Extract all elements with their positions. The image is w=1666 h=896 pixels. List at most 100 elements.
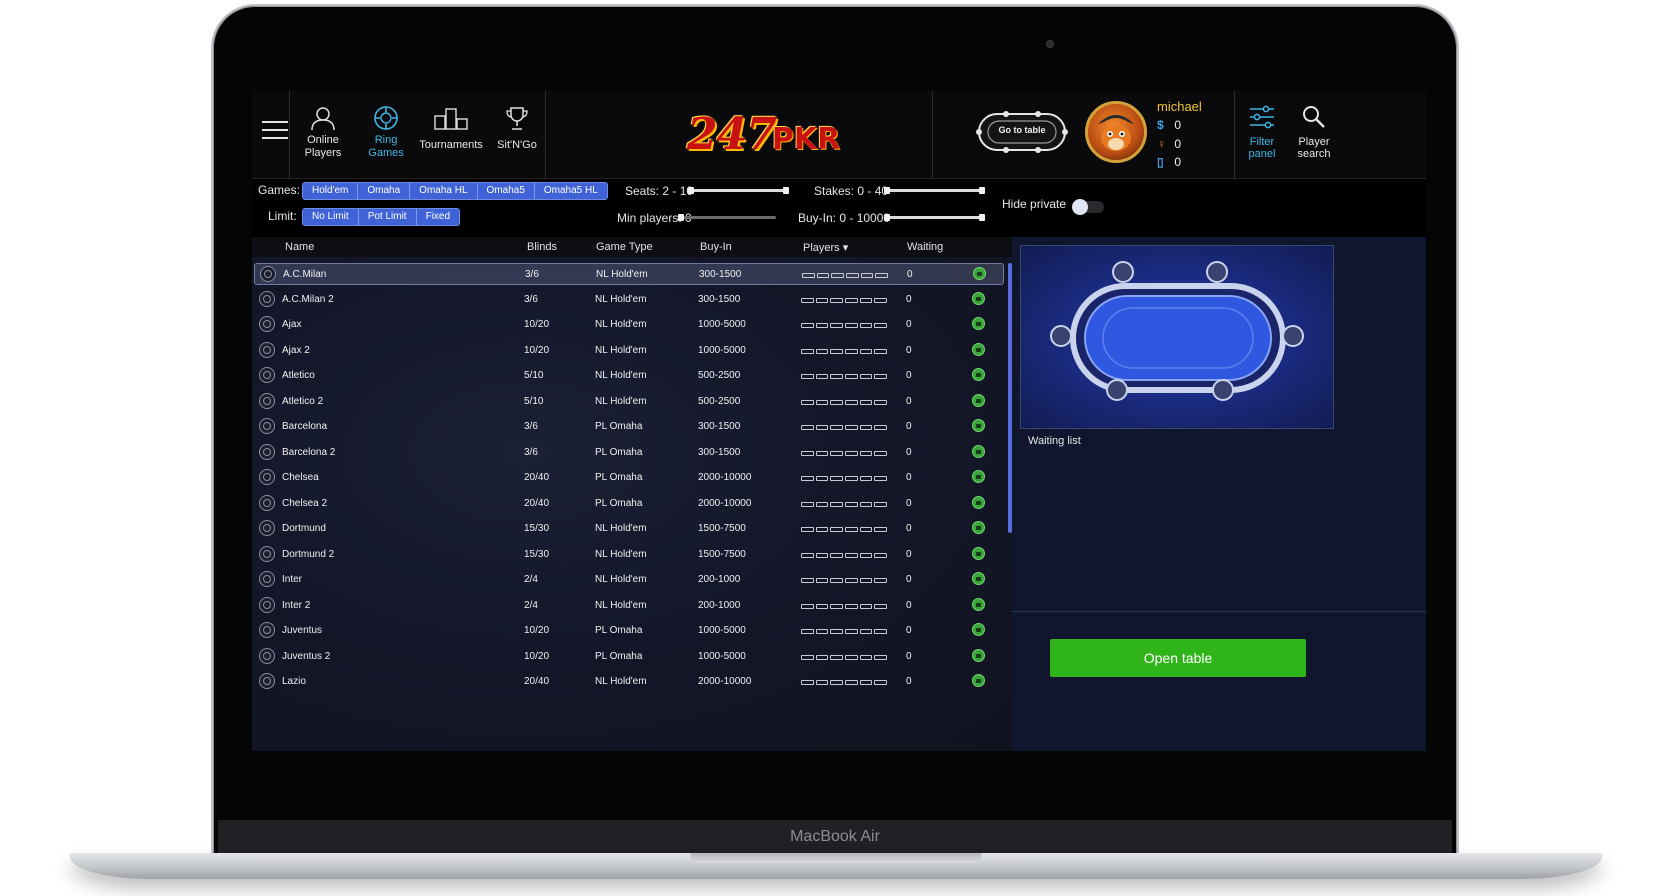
filter-limit-pot-limit[interactable]: Pot Limit: [358, 209, 417, 225]
row-buyin: 2000-10000: [698, 472, 752, 483]
filter-limit-no-limit[interactable]: No Limit: [303, 209, 359, 225]
row-name: Juventus 2: [282, 650, 331, 662]
lock-icon: [972, 648, 985, 662]
table-row[interactable]: Dortmund 15/30 NL Hold'em 1500-7500 0: [254, 518, 1004, 540]
table-row[interactable]: Inter 2 2/4 NL Hold'em 200-1000 0: [254, 595, 1004, 617]
logo-number: 247: [687, 109, 777, 160]
table-row[interactable]: A.C.Milan 3/6 NL Hold'em 300-1500 0: [254, 263, 1004, 285]
nav-ring-games[interactable]: Ring Games: [353, 105, 419, 165]
seat-indicator: [801, 348, 888, 354]
table-row[interactable]: Barcelona 2 3/6 PL Omaha 300-1500 0: [254, 442, 1004, 464]
col-blinds[interactable]: Blinds: [527, 241, 557, 253]
row-blinds: 10/20: [524, 319, 550, 330]
table-row[interactable]: A.C.Milan 2 3/6 NL Hold'em 300-1500 0: [254, 289, 1004, 311]
col-waiting[interactable]: Waiting: [907, 241, 943, 253]
stakes-slider[interactable]: [884, 187, 985, 194]
sort-down-icon: ▾: [842, 242, 849, 254]
row-waiting: 0: [907, 269, 913, 280]
col-game-type[interactable]: Game Type: [596, 241, 653, 253]
filter-limit-fixed[interactable]: Fixed: [416, 209, 460, 225]
table-row[interactable]: Atletico 2 5/10 NL Hold'em 500-2500 0: [254, 391, 1004, 413]
table-row[interactable]: Ajax 2 10/20 NL Hold'em 1000-5000 0: [254, 340, 1004, 362]
seat-indicator: [801, 323, 888, 328]
col-buyin[interactable]: Buy-In: [700, 241, 732, 253]
table-row[interactable]: Atletico 5/10 NL Hold'em 500-2500 0: [254, 365, 1004, 387]
row-blinds: 5/10: [524, 395, 544, 407]
limit-filter-group: No Limit Pot Limit Fixed: [302, 208, 461, 226]
row-name: Atletico 2: [282, 395, 324, 407]
row-buyin: 500-2500: [698, 395, 741, 407]
seat-indicator: [801, 552, 888, 558]
nav-sitngo[interactable]: Sit'N'Go: [484, 105, 550, 165]
table-row[interactable]: Barcelona 3/6 PL Omaha 300-1500 0: [254, 416, 1004, 438]
poker-chip-icon: [259, 316, 275, 332]
row-name: Chelsea 2: [282, 497, 328, 509]
poker-chip-icon: [259, 647, 275, 664]
row-name: A.C.Milan 2: [282, 293, 334, 305]
row-buyin: 1500-7500: [698, 523, 746, 534]
filter-game-omaha5[interactable]: Omaha5: [477, 183, 535, 199]
filter-game-holdem[interactable]: Hold'em: [303, 183, 359, 199]
row-game-type: PL Omaha: [595, 497, 643, 509]
nav-tournaments[interactable]: Tournaments: [416, 105, 486, 165]
row-waiting: 0: [906, 497, 912, 509]
table-row[interactable]: Inter 2/4 NL Hold'em 200-1000 0: [254, 569, 1004, 591]
row-blinds: 10/20: [524, 650, 550, 662]
filter-game-omaha[interactable]: Omaha: [358, 183, 411, 199]
go-to-table-button[interactable]: Go to table: [976, 109, 1068, 155]
lock-icon: [972, 674, 985, 687]
row-name: Ajax 2: [282, 344, 310, 356]
dollar-icon: $: [1157, 118, 1164, 132]
table-row[interactable]: Chelsea 20/40 PL Omaha 2000-10000 0: [254, 467, 1004, 489]
hamburger-menu-button[interactable]: [262, 121, 288, 141]
avatar[interactable]: [1085, 101, 1147, 163]
seat-indicator: [801, 578, 888, 583]
tool-label: Player: [1298, 136, 1330, 148]
table-row[interactable]: Dortmund 2 15/30 NL Hold'em 1500-7500 0: [254, 544, 1004, 566]
poker-chip-icon: [259, 392, 275, 409]
row-waiting: 0: [906, 370, 912, 381]
filter-game-omaha-hl[interactable]: Omaha HL: [410, 183, 478, 199]
seat-indicator: [802, 273, 889, 278]
table-row[interactable]: Lazio 20/40 NL Hold'em 2000-10000 0: [254, 671, 1004, 693]
filter-game-omaha5-hl[interactable]: Omaha5 HL: [534, 183, 607, 199]
row-blinds: 15/30: [524, 548, 550, 560]
seats-slider[interactable]: [688, 187, 789, 194]
seat-indicator: [801, 603, 888, 609]
buyin-slider[interactable]: [884, 214, 985, 221]
seats-filter-label: Seats: 2 - 10: [625, 184, 694, 198]
row-name: Barcelona 2: [282, 446, 336, 458]
poker-chip-icon: [374, 106, 398, 130]
lock-icon: [972, 444, 985, 458]
hide-private-toggle[interactable]: [1072, 199, 1104, 215]
nav-label: Players: [304, 147, 342, 159]
table-row[interactable]: Juventus 10/20 PL Omaha 1000-5000 0: [254, 620, 1004, 642]
ticket-icon: ▯: [1157, 155, 1164, 169]
filter-panel-button[interactable]: Filter panel: [1234, 105, 1290, 160]
nav-online-players[interactable]: Online Players: [290, 105, 356, 165]
table-row[interactable]: Chelsea 2 20/40 PL Omaha 2000-10000 0: [254, 493, 1004, 515]
row-waiting: 0: [906, 523, 912, 534]
camera-dot: [1046, 40, 1054, 48]
table-row[interactable]: Ajax 10/20 NL Hold'em 1000-5000 0: [254, 314, 1004, 336]
col-players[interactable]: Players ▾: [803, 241, 848, 254]
seat-indicator: [801, 374, 888, 379]
nav-label: Ring: [374, 134, 398, 146]
table-row[interactable]: Juventus 2 10/20 PL Omaha 1000-5000 0: [254, 646, 1004, 668]
row-name: Chelsea: [282, 472, 319, 483]
min-players-slider[interactable]: [678, 214, 776, 221]
row-buyin: 2000-10000: [698, 676, 752, 687]
row-name: Atletico: [282, 370, 315, 381]
open-table-button[interactable]: Open table: [1050, 639, 1306, 677]
laptop-chin: MacBook Air: [218, 820, 1452, 857]
poker-chip-icon: [259, 469, 275, 485]
row-waiting: 0: [906, 421, 912, 432]
row-waiting: 0: [906, 446, 912, 458]
row-blinds: 10/20: [524, 344, 550, 356]
tool-label: Filter: [1249, 136, 1275, 148]
row-buyin: 300-1500: [698, 293, 741, 305]
col-name[interactable]: Name: [285, 241, 314, 253]
player-search-button[interactable]: Player search: [1286, 105, 1342, 160]
points-value: 0: [1174, 137, 1182, 151]
seat-indicator: [801, 297, 888, 303]
